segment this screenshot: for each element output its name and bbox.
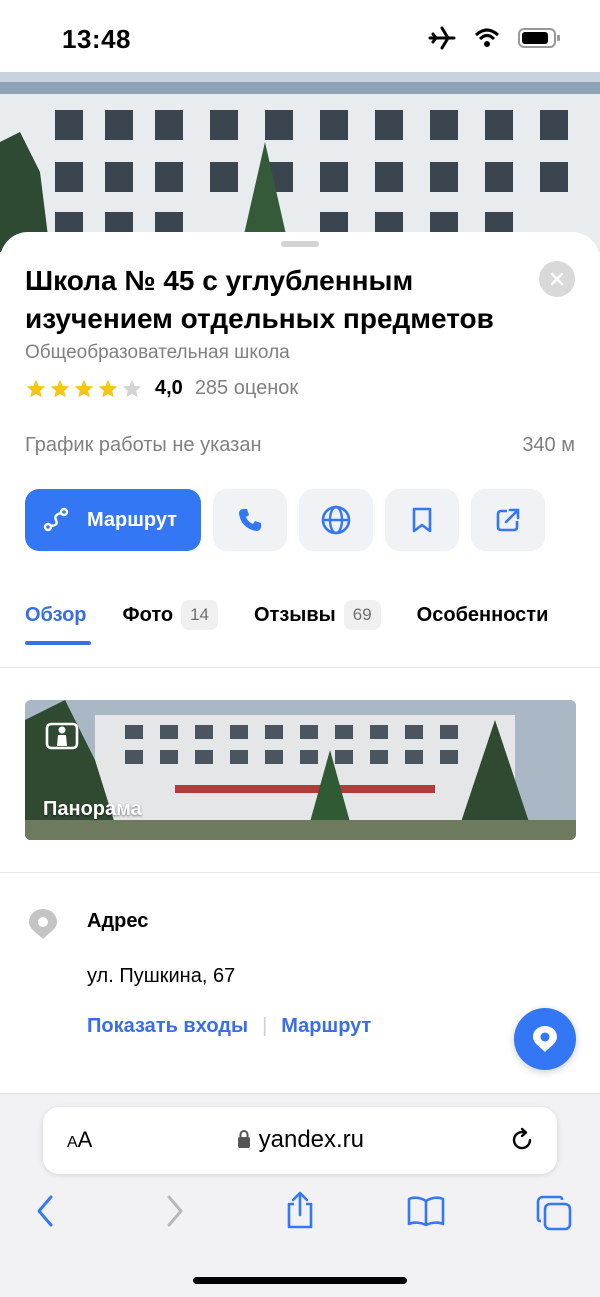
tab-label: Обзор: [25, 603, 87, 626]
route-button[interactable]: Маршрут: [25, 489, 201, 551]
location-pin-icon: [29, 909, 57, 939]
tab-reviews[interactable]: Отзывы 69: [254, 600, 381, 630]
ratings-count: 285 оценок: [194, 377, 299, 399]
route-icon: [43, 507, 69, 532]
reload-icon[interactable]: [509, 1127, 535, 1153]
tab-label: Фото: [122, 603, 174, 626]
browser-toolbar: AA yandex.ru: [0, 1093, 600, 1297]
status-icons: [428, 26, 562, 50]
distance: 340 м: [522, 434, 575, 456]
share-button[interactable]: [471, 489, 545, 551]
website-button[interactable]: [299, 489, 373, 551]
back-button[interactable]: [34, 1194, 56, 1233]
active-tab-indicator: [25, 641, 91, 645]
share-icon: [287, 1191, 313, 1229]
star-icon: [74, 379, 94, 397]
place-card: Школа № 45 с углубленным изучением отдел…: [0, 232, 600, 1112]
sheet-grabber[interactable]: [281, 241, 319, 247]
tab-label: Отзывы: [254, 603, 336, 626]
address-heading: Адрес: [87, 910, 149, 932]
bookmarks-button[interactable]: [406, 1194, 446, 1233]
panorama-label: Панорама: [43, 798, 142, 820]
address-bar[interactable]: AA yandex.ru: [43, 1107, 557, 1174]
address-value[interactable]: ул. Пушкина, 67: [87, 965, 235, 988]
tab-features[interactable]: Особенности: [417, 604, 549, 627]
star-icon: [50, 379, 70, 397]
star-icon: [98, 379, 118, 397]
wifi-icon: [474, 28, 500, 47]
address-links: Показать входы | Маршрут: [87, 1015, 371, 1038]
airplane-icon: [428, 26, 456, 50]
close-icon: [550, 272, 564, 286]
star-rating: [25, 378, 143, 400]
phone-icon: [239, 509, 261, 531]
place-title: Школа № 45 с углубленным изучением отдел…: [25, 265, 494, 334]
panorama-icon: [45, 722, 79, 750]
working-hours: График работы не указан: [25, 434, 262, 456]
tab-bar: Обзор Фото 14 Отзывы 69 Особенности: [25, 600, 584, 630]
status-bar: 13:48: [0, 0, 600, 72]
tabs-button[interactable]: [535, 1194, 573, 1237]
location-pin-icon: [533, 1026, 557, 1052]
chevron-left-icon: [37, 1195, 53, 1227]
home-indicator: [193, 1277, 407, 1284]
tab-badge: 14: [181, 600, 218, 630]
tab-label: Особенности: [416, 603, 549, 626]
star-icon: [26, 379, 46, 397]
bookmark-button[interactable]: [385, 489, 459, 551]
rating-value: 4,0: [155, 377, 183, 399]
close-button[interactable]: [539, 261, 575, 297]
panorama-card[interactable]: Панорама: [25, 700, 576, 840]
tab-badge: 69: [343, 600, 381, 630]
place-photo[interactable]: [0, 72, 600, 252]
tabs-icon: [536, 1195, 572, 1231]
globe-icon: [321, 505, 351, 535]
lock-icon: [237, 1130, 250, 1148]
url-host[interactable]: yandex.ru: [43, 1126, 557, 1154]
forward-button[interactable]: [164, 1194, 186, 1233]
bookmark-icon: [412, 507, 432, 533]
browser-nav-bar: [0, 1191, 600, 1237]
star-icon: [122, 379, 142, 397]
divider: [0, 872, 600, 873]
chevron-right-icon: [167, 1195, 183, 1227]
url-text: yandex.ru: [258, 1126, 365, 1153]
status-time: 13:48: [62, 24, 131, 54]
divider: [0, 667, 600, 668]
route-button-label: Маршрут: [87, 508, 178, 531]
link-separator: |: [262, 1015, 268, 1037]
rating-row[interactable]: 4,0 285 оценок: [25, 377, 298, 400]
call-button[interactable]: [213, 489, 287, 551]
address-route-link[interactable]: Маршрут: [281, 1015, 371, 1038]
my-location-button[interactable]: [514, 1008, 576, 1070]
share-page-button[interactable]: [283, 1190, 317, 1235]
battery-icon: [518, 28, 560, 48]
tab-photos[interactable]: Фото 14: [123, 600, 218, 630]
share-icon: [496, 508, 520, 532]
show-entrances-link[interactable]: Показать входы: [87, 1015, 248, 1038]
place-category: Общеобразовательная школа: [25, 342, 290, 363]
book-icon: [407, 1196, 445, 1227]
tab-overview[interactable]: Обзор: [25, 604, 87, 627]
